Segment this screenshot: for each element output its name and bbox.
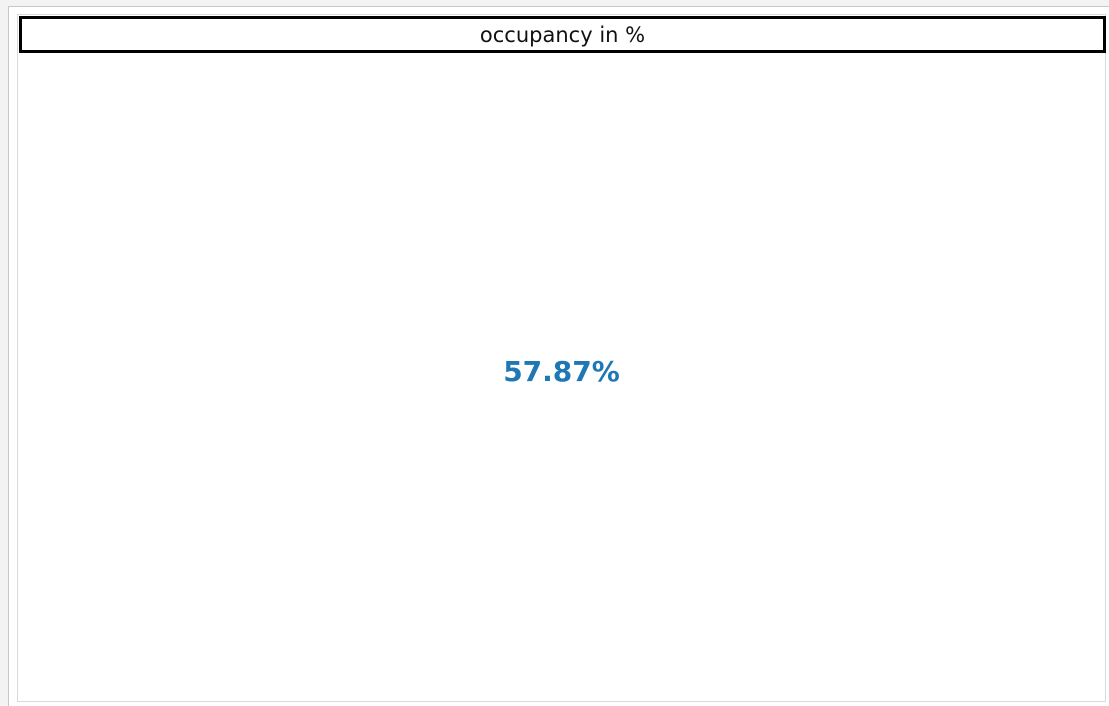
card-title: occupancy in % — [19, 16, 1106, 53]
dashboard-page: occupancy in % 57.87% — [0, 0, 1109, 706]
kpi-value: 57.87% — [503, 355, 620, 388]
